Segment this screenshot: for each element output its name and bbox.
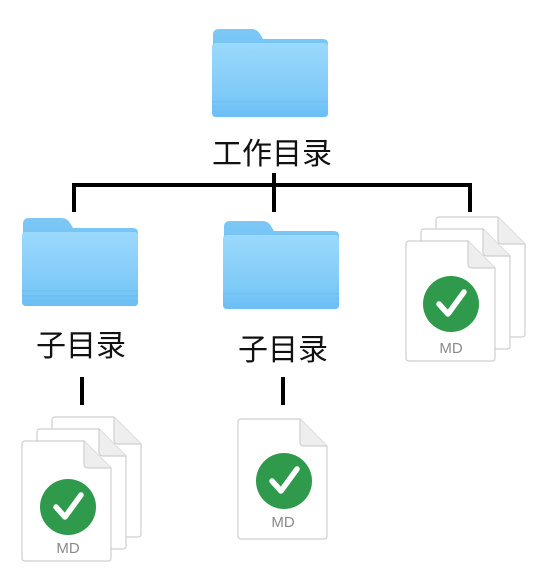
stacked-markdown-files-icon: MD [404, 216, 528, 364]
connector-left-drop [72, 183, 76, 212]
middle-md-label: MD [271, 514, 295, 531]
left-subfolder-label: 子目录 [36, 329, 126, 364]
root-folder-icon [210, 26, 330, 120]
right-md-label: MD [439, 340, 463, 357]
left-md-label: MD [56, 540, 80, 557]
left-stacked-markdown-files-icon: MD [20, 416, 144, 564]
connector-right-drop [468, 183, 472, 212]
connector-left-to-files [80, 377, 84, 405]
connector-middle-to-file [281, 377, 285, 405]
root-folder-label: 工作目录 [212, 137, 332, 172]
middle-subfolder-icon [221, 218, 341, 312]
left-subfolder-icon [20, 215, 140, 309]
connector-middle-drop [272, 183, 276, 212]
middle-subfolder-label: 子目录 [238, 333, 328, 368]
markdown-file-icon: MD [236, 418, 330, 542]
